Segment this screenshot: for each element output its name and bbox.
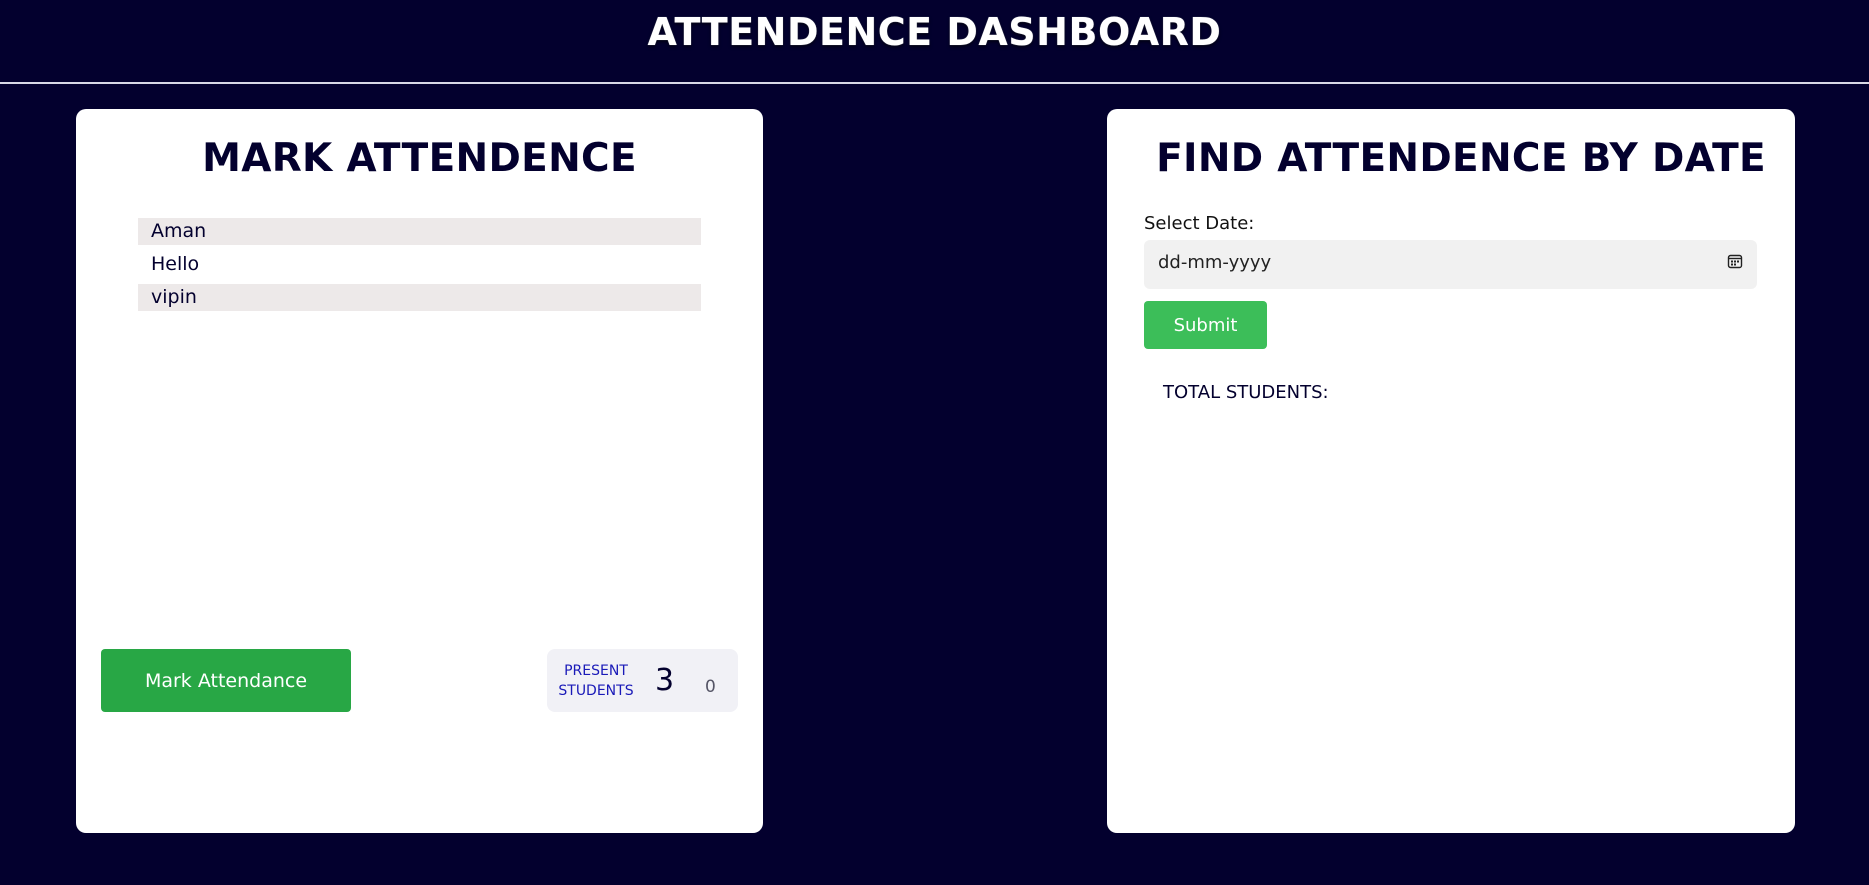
mark-attendance-button[interactable]: Mark Attendance: [101, 649, 351, 712]
student-row[interactable]: Hello: [138, 251, 701, 278]
calendar-icon[interactable]: [1727, 253, 1743, 269]
present-label-line: STUDENTS: [558, 683, 634, 699]
select-date-label: Select Date:: [1144, 213, 1255, 234]
student-list: Aman Hello vipin: [138, 218, 701, 317]
total-students-label: TOTAL STUDENTS:: [1163, 382, 1329, 403]
present-students-label: PRESENT STUDENTS: [557, 661, 635, 701]
mark-attendance-title: MARK ATTENDENCE: [202, 136, 637, 181]
present-label-line: PRESENT: [564, 663, 628, 679]
absent-count: 0: [705, 677, 716, 697]
page-title: ATTENDENCE DASHBOARD: [647, 10, 1222, 54]
present-students-summary: PRESENT STUDENTS 3 0: [547, 649, 738, 712]
date-input-placeholder: dd-mm-yyyy: [1158, 252, 1272, 273]
submit-button[interactable]: Submit: [1144, 301, 1267, 349]
present-count: 3: [655, 663, 675, 698]
mark-attendance-card: MARK ATTENDENCE Aman Hello vipin Mark At…: [76, 109, 763, 833]
top-bar: ATTENDENCE DASHBOARD: [0, 0, 1869, 84]
date-input[interactable]: dd-mm-yyyy: [1144, 240, 1757, 289]
find-attendance-card: FIND ATTENDENCE BY DATE Select Date: dd-…: [1107, 109, 1795, 833]
find-attendance-title: FIND ATTENDENCE BY DATE: [1156, 136, 1766, 181]
student-row[interactable]: Aman: [138, 218, 701, 245]
student-row[interactable]: vipin: [138, 284, 701, 311]
